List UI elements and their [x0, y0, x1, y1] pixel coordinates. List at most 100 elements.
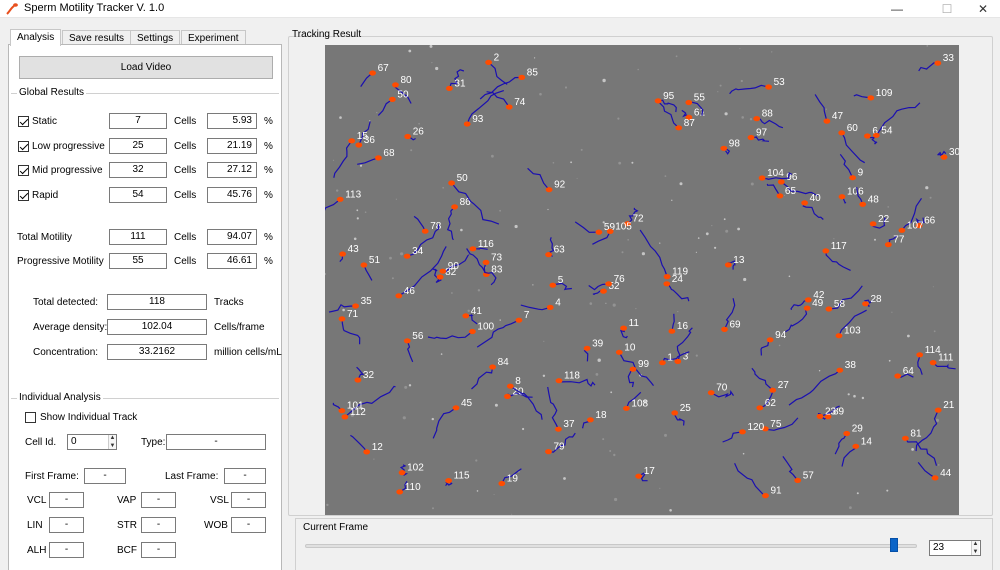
track-id-label: 33: [943, 53, 955, 64]
track-id-label: 24: [672, 274, 684, 285]
sperm-cell: [668, 328, 676, 334]
sperm-cell: [398, 470, 406, 476]
background-speckle: [778, 344, 781, 347]
sperm-track: [527, 167, 550, 191]
background-speckle: [418, 122, 420, 125]
sperm-track: [917, 462, 936, 479]
background-speckle: [925, 186, 929, 190]
total-motility-pct-unit: %: [264, 232, 273, 243]
rapid-label: Rapid: [32, 190, 59, 201]
frame-slider[interactable]: [305, 544, 917, 548]
sperm-cell: [739, 429, 746, 435]
analysis-panel: Load Video Global Results Static 7 Cells…: [8, 44, 282, 570]
sperm-cell: [838, 194, 846, 200]
background-speckle: [614, 497, 618, 502]
vcl-label: VCL: [27, 495, 47, 506]
mid-progressive-checkbox[interactable]: [18, 165, 29, 176]
show-track-checkbox[interactable]: [25, 412, 36, 423]
background-speckle: [342, 308, 345, 312]
background-speckle: [749, 118, 753, 121]
background-speckle: [671, 199, 673, 201]
background-speckle: [364, 211, 367, 213]
track-id-label: 100: [477, 322, 494, 333]
track-id-label: 98: [729, 138, 741, 149]
background-speckle: [534, 57, 536, 59]
sperm-track: [574, 221, 599, 233]
tracking-image: 8391899293968882 119908684116816811879715…: [325, 45, 959, 515]
maximize-button[interactable]: ☐: [930, 0, 964, 18]
sperm-track: [814, 94, 828, 122]
type-field: -: [166, 434, 266, 450]
track-id-label: 40: [810, 193, 822, 204]
sperm-track: [751, 367, 774, 391]
frame-slider-thumb[interactable]: [889, 538, 898, 552]
sperm-cell: [766, 337, 774, 343]
background-speckle: [522, 427, 525, 431]
background-speckle: [659, 242, 661, 244]
current-frame-label: Current Frame: [303, 522, 369, 533]
close-button[interactable]: ✕: [966, 0, 1000, 18]
sperm-track: [825, 250, 851, 271]
total-motility-count-field: 111: [109, 229, 167, 245]
background-speckle: [771, 51, 773, 53]
background-speckle: [389, 256, 392, 260]
sperm-cell: [659, 360, 666, 366]
sperm-track: [333, 140, 353, 178]
static-checkbox[interactable]: [18, 116, 29, 127]
sperm-track: [839, 153, 854, 178]
sperm-cell: [836, 367, 844, 373]
static-pct-unit: %: [264, 116, 273, 127]
frame-spin-arrows-icon[interactable]: ▲ ▼: [971, 541, 979, 555]
sperm-cell: [869, 221, 877, 227]
cell-id-spin-arrows-icon[interactable]: ▲ ▼: [108, 435, 116, 449]
track-id-label: 99: [638, 359, 650, 370]
track-id-label: 69: [730, 319, 742, 330]
sperm-cell: [360, 262, 368, 268]
track-id-label: 57: [803, 470, 815, 481]
rapid-checkbox[interactable]: [18, 190, 29, 201]
load-video-button[interactable]: Load Video: [19, 56, 273, 79]
static-unit: Cells: [174, 116, 197, 127]
bcf-field: -: [141, 542, 176, 558]
track-id-label: 50: [457, 173, 469, 184]
tab-analysis[interactable]: Analysis: [10, 29, 62, 46]
background-speckle: [714, 246, 717, 249]
sperm-track: [325, 198, 341, 211]
background-speckle: [442, 187, 444, 189]
track-id-label: 90: [448, 261, 460, 272]
track-id-label: 95: [663, 91, 675, 102]
sperm-cell: [859, 201, 867, 207]
track-id-label: 17: [644, 466, 656, 477]
sperm-track: [671, 313, 675, 332]
total-detected-unit: Tracks: [214, 297, 244, 308]
background-speckle: [408, 384, 412, 387]
track-id-label: 67: [378, 63, 390, 74]
sperm-cell: [884, 242, 892, 248]
sperm-cell: [403, 338, 411, 344]
low-progressive-checkbox[interactable]: [18, 141, 29, 152]
vsl-field: -: [231, 492, 266, 508]
sperm-cell: [462, 313, 470, 319]
tracking-view[interactable]: 83 91 89 92 93 96 88 82 119 90 86 84 116 81 68 118 79 71 5…: [325, 45, 959, 515]
background-speckle: [737, 227, 740, 231]
background-speckle: [570, 161, 572, 164]
sperm-cell: [929, 360, 937, 366]
track-id-label: 2: [494, 52, 500, 63]
track-id-label: 116: [478, 239, 494, 250]
minimize-button[interactable]: —: [880, 0, 914, 18]
track-id-label: 110: [405, 482, 421, 493]
track-id-label: 120: [748, 422, 765, 433]
wob-label: WOB: [204, 520, 228, 531]
background-speckle: [911, 448, 914, 451]
background-speckle: [476, 490, 479, 492]
window-title: Sperm Motility Tracker V. 1.0: [24, 2, 165, 14]
total-motility-unit: Cells: [174, 232, 197, 243]
background-speckle: [637, 68, 639, 71]
sperm-cell: [341, 414, 349, 420]
sperm-cell: [348, 138, 356, 144]
background-speckle: [402, 416, 406, 420]
alh-field: -: [49, 542, 84, 558]
track-id-label: 102: [407, 463, 424, 474]
sperm-cell: [452, 405, 460, 411]
sperm-cell: [363, 449, 371, 455]
